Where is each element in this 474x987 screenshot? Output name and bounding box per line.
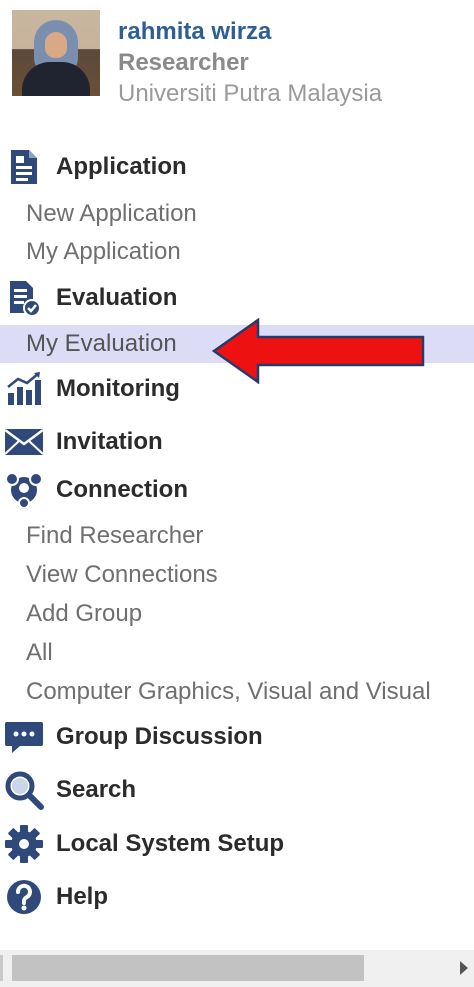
menu-evaluation[interactable]: Evaluation bbox=[0, 277, 177, 319]
menu-application[interactable]: Application bbox=[0, 146, 187, 188]
scrollbar-track-edge bbox=[0, 955, 3, 981]
submenu-add-group[interactable]: Add Group bbox=[0, 595, 474, 633]
profile-name[interactable]: rahmita wirza bbox=[118, 17, 271, 47]
submenu-all[interactable]: All bbox=[0, 634, 474, 672]
menu-connection[interactable]: Connection bbox=[0, 469, 188, 511]
annotation-arrow-icon bbox=[212, 318, 425, 384]
gear-icon bbox=[4, 824, 44, 864]
menu-local-system-setup[interactable]: Local System Setup bbox=[0, 823, 284, 865]
menu-application-label: Application bbox=[56, 153, 187, 180]
network-icon bbox=[4, 470, 44, 510]
scroll-right-icon[interactable] bbox=[460, 961, 468, 975]
menu-search-label: Search bbox=[56, 776, 137, 803]
submenu-view-connections[interactable]: View Connections bbox=[0, 556, 474, 594]
menu-invitation[interactable]: Invitation bbox=[0, 421, 163, 463]
menu-group-discussion[interactable]: Group Discussion bbox=[0, 716, 263, 758]
menu-monitoring-label: Monitoring bbox=[56, 375, 180, 402]
envelope-icon bbox=[4, 422, 44, 462]
profile-card: rahmita wirza Researcher Universiti Putr… bbox=[0, 0, 474, 120]
menu-local-system-setup-label: Local System Setup bbox=[56, 830, 285, 857]
submenu-new-application[interactable]: New Application bbox=[0, 195, 474, 233]
document-icon bbox=[4, 147, 44, 187]
menu-search[interactable]: Search bbox=[0, 769, 136, 811]
scrollbar-thumb[interactable] bbox=[12, 955, 364, 981]
menu-help-label: Help bbox=[56, 883, 109, 910]
evaluation-check-icon bbox=[4, 278, 44, 318]
question-icon bbox=[4, 877, 44, 917]
menu-help[interactable]: Help bbox=[0, 876, 108, 918]
bar-chart-icon bbox=[4, 369, 44, 409]
horizontal-scrollbar[interactable] bbox=[0, 950, 474, 987]
menu-invitation-label: Invitation bbox=[56, 428, 163, 455]
submenu-group-computer-graphics[interactable]: Computer Graphics, Visual and Visual bbox=[0, 673, 474, 711]
menu-evaluation-label: Evaluation bbox=[56, 284, 178, 311]
menu-monitoring[interactable]: Monitoring bbox=[0, 368, 180, 410]
menu-connection-label: Connection bbox=[56, 476, 188, 503]
submenu-my-application[interactable]: My Application bbox=[0, 233, 474, 271]
magnifier-icon bbox=[4, 770, 44, 810]
menu-group-discussion-label: Group Discussion bbox=[56, 723, 263, 750]
profile-institution: Universiti Putra Malaysia bbox=[118, 80, 383, 107]
chat-bubble-icon bbox=[4, 717, 44, 757]
avatar[interactable] bbox=[12, 10, 100, 96]
submenu-find-researcher[interactable]: Find Researcher bbox=[0, 517, 474, 555]
profile-role: Researcher bbox=[118, 49, 249, 76]
